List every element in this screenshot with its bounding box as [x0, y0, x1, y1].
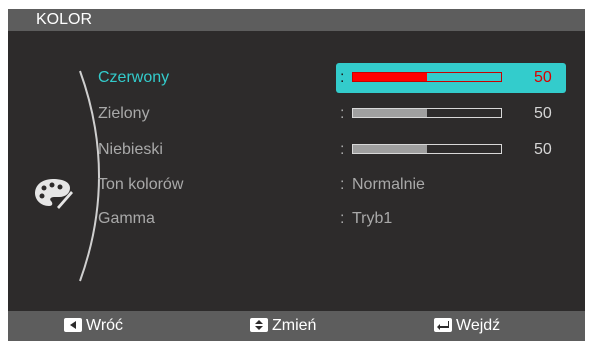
bottom-nav-bar: Wróć Zmień Wejdź — [8, 311, 585, 341]
slider-fill — [353, 145, 427, 153]
green-slider[interactable] — [352, 108, 502, 118]
menu-item-label: Niebieski — [98, 141, 163, 158]
left-arrow-key-icon — [64, 318, 82, 332]
change-label: Zmień — [272, 317, 317, 334]
slider-value: 50 — [534, 105, 552, 122]
up-down-arrow-key-icon — [250, 318, 268, 332]
back-label: Wróć — [86, 317, 124, 334]
slider-value: 50 — [534, 69, 552, 86]
slider-value: 50 — [534, 141, 552, 158]
menu-item-label: Zielony — [98, 105, 150, 122]
separator-colon: : — [340, 105, 345, 122]
red-slider[interactable] — [352, 72, 502, 82]
menu-list: Czerwony : 50 Zielony : 50 Niebieski : 5… — [8, 9, 585, 309]
option-value: Normalnie — [352, 176, 425, 193]
separator-colon: : — [340, 176, 345, 193]
osd-window: KOLOR Czerwony : 50 Zielony : 50 Niebies… — [8, 9, 585, 341]
separator-colon: : — [340, 210, 345, 227]
slider-fill — [353, 73, 427, 81]
blue-slider[interactable] — [352, 144, 502, 154]
menu-item-label: Ton kolorów — [98, 176, 184, 193]
slider-fill — [353, 109, 427, 117]
separator-colon: : — [340, 69, 345, 86]
menu-item-zielony[interactable]: Zielony : 50 — [98, 99, 568, 129]
menu-item-gamma[interactable]: Gamma : Tryb1 — [98, 204, 568, 234]
separator-colon: : — [340, 141, 345, 158]
menu-item-niebieski[interactable]: Niebieski : 50 — [98, 135, 568, 165]
menu-item-label: Gamma — [98, 210, 155, 227]
menu-item-ton-kolorow[interactable]: Ton kolorów : Normalnie — [98, 170, 568, 200]
option-value: Tryb1 — [352, 210, 393, 227]
enter-label: Wejdź — [456, 317, 501, 334]
menu-item-label: Czerwony — [98, 69, 170, 86]
menu-item-czerwony[interactable]: Czerwony : 50 — [98, 63, 568, 93]
enter-key-icon — [434, 318, 452, 332]
